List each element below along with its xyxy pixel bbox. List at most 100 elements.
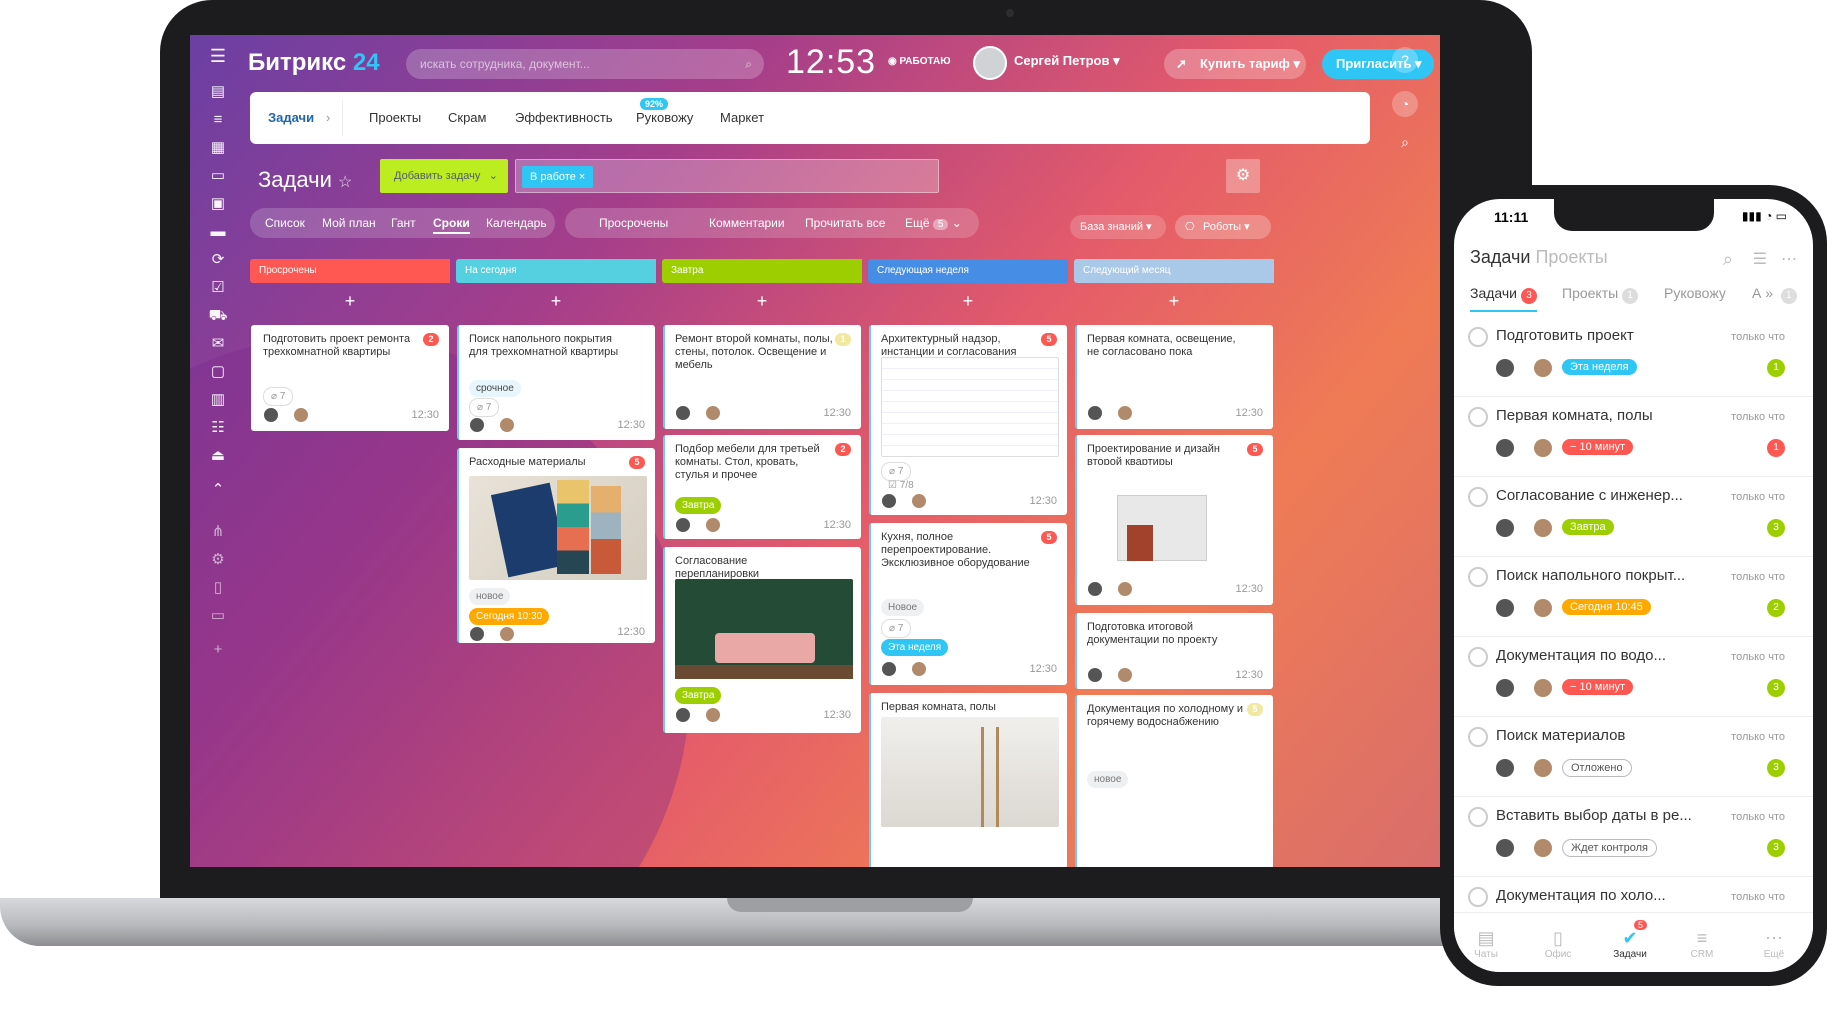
tab-supervising[interactable]: Руковожу	[636, 110, 693, 125]
column-today[interactable]: На сегодня	[456, 259, 656, 283]
user-menu[interactable]: Сергей Петров ▾	[1014, 53, 1120, 69]
sync-icon[interactable]: ⟳	[208, 251, 228, 269]
view-gantt[interactable]: Гант	[391, 216, 416, 230]
phone-tab-tasks[interactable]: Задачи 3	[1470, 285, 1538, 312]
counter-comments[interactable]: Комментарии	[709, 216, 785, 230]
grid-icon[interactable]: ▦	[208, 139, 228, 157]
task-card[interactable]: Документация по холодному и горячему вод…	[1075, 695, 1273, 867]
view-deadlines[interactable]: Сроки	[433, 216, 470, 234]
task-card[interactable]: Поиск напольного покрытия для трехкомнат…	[457, 325, 655, 440]
task-card[interactable]: Кухня, полное перепроектирование. Эксклю…	[869, 523, 1067, 685]
filter-icon[interactable]: ≡	[208, 111, 228, 129]
search-icon[interactable]: ⌕	[1723, 249, 1733, 270]
chat-icon[interactable]: ▢	[208, 363, 228, 381]
help-icon[interactable]: ?	[1392, 47, 1418, 73]
robots-button[interactable]: ⎔ Роботы ▾	[1175, 215, 1271, 239]
phone-task-row[interactable]: Документация по водо... только что − 10 ми…	[1454, 637, 1813, 717]
add-card-button[interactable]: +	[868, 291, 1068, 312]
tasks-icon[interactable]: ☑	[208, 279, 228, 297]
schedule-icon[interactable]: ▥	[208, 391, 228, 409]
knowledge-base-button[interactable]: База знаний ▾	[1070, 215, 1166, 239]
column-overdue[interactable]: Просрочены	[250, 259, 450, 283]
science-icon[interactable]: ⏏	[208, 447, 228, 465]
tab-market[interactable]: Маркет	[720, 110, 764, 125]
tab-tasks[interactable]: Задачи	[268, 110, 314, 125]
task-card[interactable]: Проектирование и дизайн второй квартиры …	[1075, 435, 1273, 605]
search-input[interactable]: искать сотрудника, документ... ⌕	[406, 49, 764, 79]
phone-tab-more[interactable]: А » 1	[1752, 285, 1797, 304]
nav-office[interactable]: ▯ Офис	[1528, 928, 1588, 960]
cart-icon[interactable]: ⛟	[208, 307, 228, 325]
nav-crm[interactable]: ≡ CRM	[1672, 928, 1732, 960]
checkbox[interactable]	[1468, 647, 1488, 667]
mobile-icon[interactable]: ▯	[208, 579, 228, 597]
user-avatar[interactable]	[973, 46, 1007, 80]
column-next-month[interactable]: Следующий месяц	[1074, 259, 1274, 283]
checkbox[interactable]	[1468, 407, 1488, 427]
collapse-icon[interactable]: ⌃	[208, 481, 228, 499]
filter-chip[interactable]: В работе ×	[522, 166, 594, 188]
add-icon[interactable]: +	[208, 641, 228, 659]
menu-icon[interactable]: ☰	[208, 47, 228, 65]
calendar-icon[interactable]: ▭	[208, 167, 228, 185]
task-card[interactable]: Подготовка итоговой документации по прое…	[1075, 613, 1273, 689]
task-card[interactable]: Подготовить проект ремонта трехкомнатной…	[251, 325, 449, 431]
phone-task-row[interactable]: Вставить выбор даты в ре... только что Жде…	[1454, 797, 1813, 877]
gear-icon[interactable]: ⚙	[1226, 159, 1260, 193]
add-card-button[interactable]: +	[456, 291, 656, 312]
phone-task-row[interactable]: Согласование с инженер... только что Завтр…	[1454, 477, 1813, 557]
add-card-button[interactable]: +	[250, 291, 450, 312]
group-icon[interactable]: ☷	[208, 419, 228, 437]
filter-input[interactable]: В работе ×	[515, 159, 939, 193]
checkbox[interactable]	[1468, 567, 1488, 587]
settings-icon[interactable]: ⚙	[208, 551, 228, 569]
desktop-icon[interactable]: ▭	[208, 607, 228, 625]
tab-projects[interactable]: Проекты	[369, 110, 421, 125]
phone-task-row[interactable]: Поиск напольного покрыт... только что Сего…	[1454, 557, 1813, 637]
checkbox[interactable]	[1468, 807, 1488, 827]
phone-tab-projects[interactable]: Проекты 1	[1562, 285, 1639, 304]
buy-plan-button[interactable]: ➚ Купить тариф ▾	[1164, 49, 1306, 79]
search-icon-right[interactable]: ⌕	[1392, 129, 1418, 155]
feed-icon[interactable]: ▤	[208, 83, 228, 101]
add-card-button[interactable]: +	[1074, 291, 1274, 312]
tab-scrum[interactable]: Скрам	[448, 110, 486, 125]
more-icon[interactable]: ⋯	[1781, 249, 1797, 269]
column-tomorrow[interactable]: Завтра	[662, 259, 862, 283]
add-card-button[interactable]: +	[662, 291, 862, 312]
sliders-icon[interactable]: ☰	[1753, 249, 1767, 269]
checkbox[interactable]	[1468, 487, 1488, 507]
read-all-link[interactable]: Прочитать все	[805, 216, 885, 230]
phone-task-row[interactable]: Первая комната, полы только что − 10 минут…	[1454, 397, 1813, 477]
task-card[interactable]: Первая комната, полы	[869, 693, 1067, 867]
nav-tasks[interactable]: ✔ Задачи 5	[1600, 920, 1660, 960]
tab-efficiency[interactable]: Эффективность	[515, 110, 613, 125]
counter-overdue[interactable]: Просрочены	[599, 216, 668, 230]
checkbox[interactable]	[1468, 727, 1488, 747]
checkbox[interactable]	[1468, 887, 1488, 907]
bell-icon[interactable]: ◔	[1392, 91, 1418, 117]
phone-tab-supervising[interactable]: Руковожу	[1664, 285, 1726, 301]
task-card[interactable]: Расходные материалы 5 новое Сегодня 10:3…	[457, 448, 655, 643]
drive-icon[interactable]: ▬	[208, 223, 228, 241]
logo[interactable]: Битрикс 24	[248, 49, 380, 77]
view-my-plan[interactable]: Мой план	[322, 216, 376, 230]
contacts-icon[interactable]: ▣	[208, 195, 228, 213]
star-icon[interactable]: ☆	[338, 174, 352, 191]
nav-chats[interactable]: ▤ Чаты	[1456, 928, 1516, 960]
view-calendar[interactable]: Календарь	[486, 216, 547, 230]
view-list[interactable]: Список	[265, 216, 305, 230]
task-card[interactable]: Архитектурный надзор, инстанции и соглас…	[869, 325, 1067, 515]
work-status[interactable]: ◉ РАБОТАЮ	[888, 56, 951, 67]
task-card[interactable]: Первая комната, освещение, не согласован…	[1075, 325, 1273, 429]
checkbox[interactable]	[1468, 327, 1488, 347]
sitemap-icon[interactable]: ⋔	[208, 523, 228, 541]
task-card[interactable]: Согласование перепланировки Завтра 12:30	[663, 547, 861, 733]
mail-icon[interactable]: ✉	[208, 335, 228, 353]
task-card[interactable]: Подбор мебели для третьей комнаты. Стол,…	[663, 435, 861, 539]
task-card[interactable]: Ремонт второй комнаты, полы, стены, пото…	[663, 325, 861, 429]
phone-task-row[interactable]: Поиск материалов только что Отложено 3	[1454, 717, 1813, 797]
column-next-week[interactable]: Следующая неделя	[868, 259, 1068, 283]
add-task-button[interactable]: Добавить задачу ⌄	[380, 159, 508, 193]
nav-more[interactable]: ⋯ Ещё	[1744, 928, 1804, 960]
